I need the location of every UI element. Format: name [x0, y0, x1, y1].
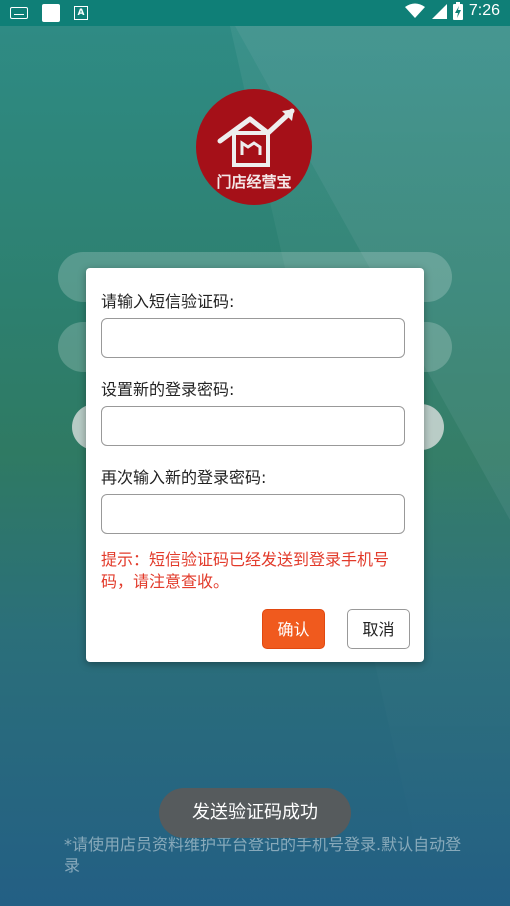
status-time: 7:26: [468, 2, 500, 19]
sms-code-input[interactable]: [101, 318, 405, 358]
wifi-icon: [404, 3, 425, 18]
sms-sent-hint: 提示：短信验证码已经发送到登录手机号码，请注意查收。: [101, 550, 390, 591]
keyboard-icon: [10, 7, 28, 19]
new-password-input[interactable]: [101, 406, 405, 446]
a-notification-icon: A: [74, 6, 88, 20]
logo-text: 门店经营宝: [216, 173, 292, 191]
confirm-button[interactable]: 确认: [262, 609, 325, 649]
confirm-password-label: 再次输入新的登录密码:: [101, 468, 267, 487]
reset-password-dialog: 请输入短信验证码: 设置新的登录密码: 再次输入新的登录密码: 提示：短信验证码…: [86, 268, 424, 662]
battery-icon: [452, 2, 463, 20]
new-password-label: 设置新的登录密码:: [101, 380, 235, 399]
login-footnote: *请使用店员资料维护平台登记的手机号登录.默认自动登录: [64, 835, 462, 875]
sms-code-label: 请输入短信验证码:: [101, 292, 235, 311]
toast-message: 发送验证码成功: [159, 788, 351, 838]
confirm-password-input[interactable]: [101, 494, 405, 534]
app-logo: 门店经营宝: [196, 89, 312, 205]
cancel-button[interactable]: 取消: [347, 609, 410, 649]
signal-icon: [431, 4, 447, 19]
status-bar: A 7:26: [0, 0, 510, 26]
app-square-icon: [42, 4, 60, 22]
